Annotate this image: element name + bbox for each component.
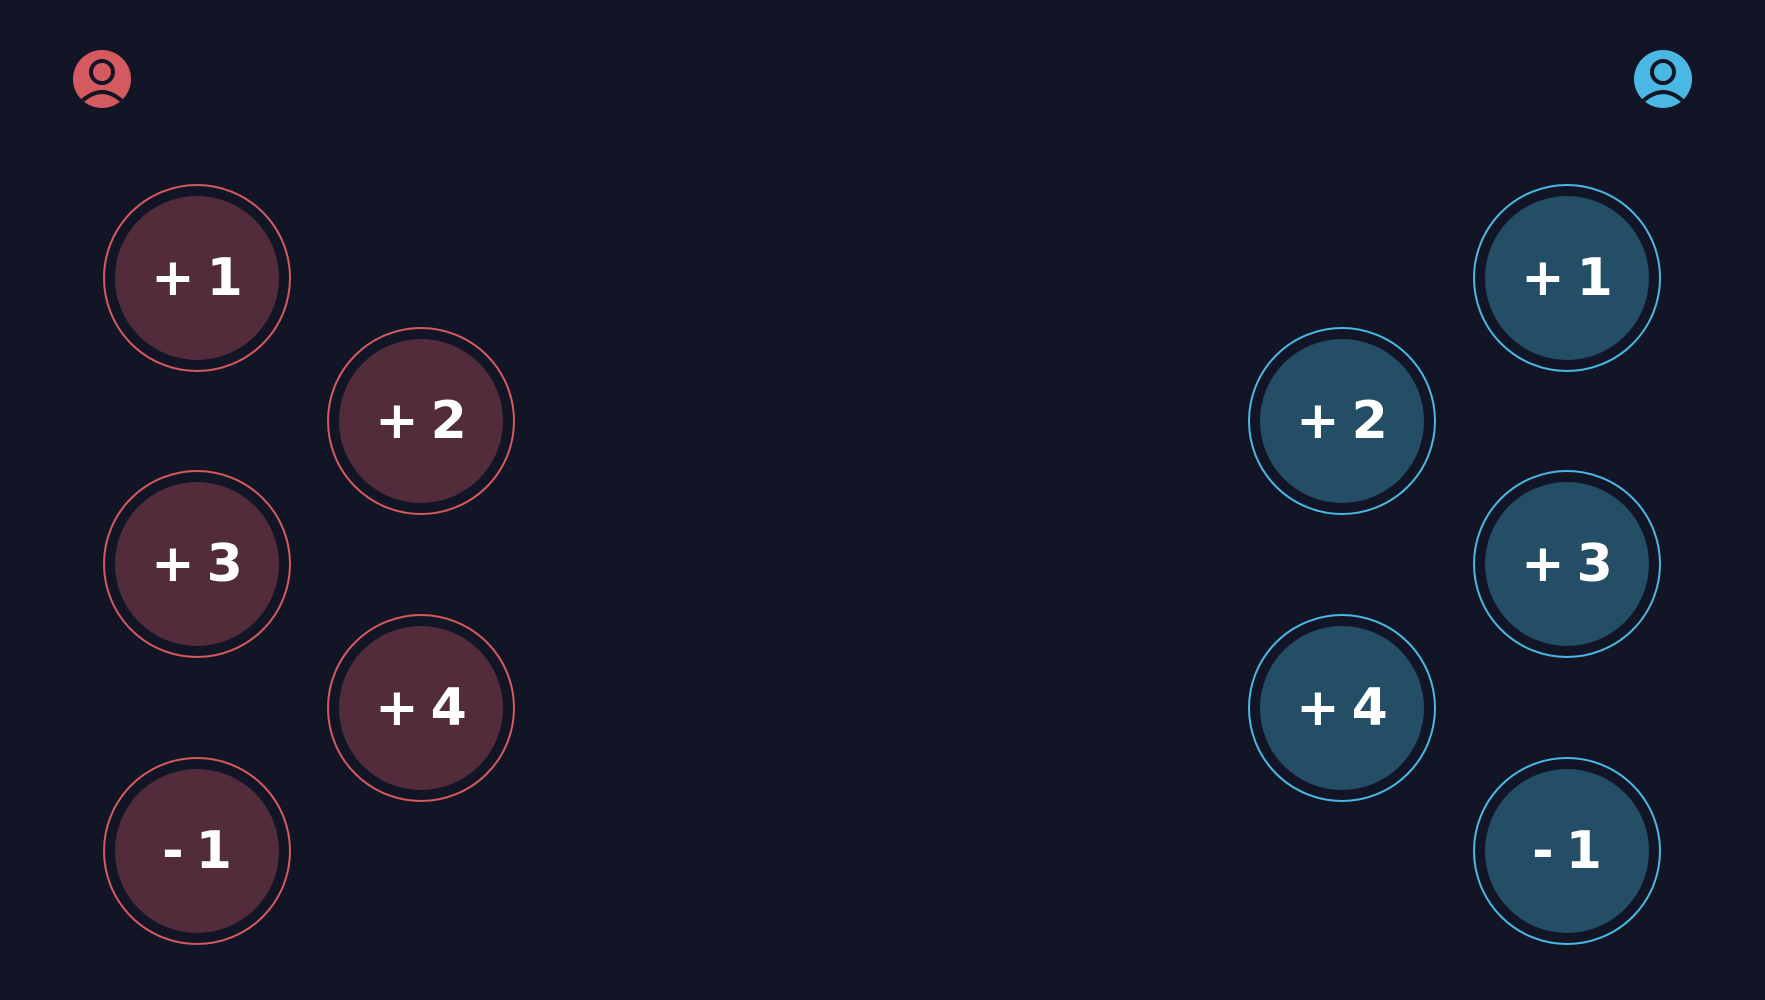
blue-plus-1-label: +1 — [1485, 196, 1649, 360]
red-plus-1-label: +1 — [115, 196, 279, 360]
red-plus-3-label: +3 — [115, 482, 279, 646]
red-plus-4-button[interactable]: +4 — [327, 614, 515, 802]
blue-plus-4-button[interactable]: +4 — [1248, 614, 1436, 802]
blue-plus-1-button[interactable]: +1 — [1473, 184, 1661, 372]
red-plus-4-label: +4 — [339, 626, 503, 790]
blue-plus-3-label: +3 — [1485, 482, 1649, 646]
red-plus-1-button[interactable]: +1 — [103, 184, 291, 372]
red-player-user-icon[interactable] — [72, 49, 132, 109]
red-minus-1-label: -1 — [115, 769, 279, 933]
blue-plus-2-button[interactable]: +2 — [1248, 327, 1436, 515]
blue-minus-1-label: -1 — [1485, 769, 1649, 933]
scoreboard-screen: +1 +2 +3 +4 -1 +1 +2 +3 +4 -1 — [0, 0, 1765, 1000]
blue-player-user-icon[interactable] — [1633, 49, 1693, 109]
red-plus-3-button[interactable]: +3 — [103, 470, 291, 658]
blue-plus-2-label: +2 — [1260, 339, 1424, 503]
blue-minus-1-button[interactable]: -1 — [1473, 757, 1661, 945]
red-plus-2-button[interactable]: +2 — [327, 327, 515, 515]
blue-plus-4-label: +4 — [1260, 626, 1424, 790]
red-minus-1-button[interactable]: -1 — [103, 757, 291, 945]
blue-plus-3-button[interactable]: +3 — [1473, 470, 1661, 658]
red-plus-2-label: +2 — [339, 339, 503, 503]
